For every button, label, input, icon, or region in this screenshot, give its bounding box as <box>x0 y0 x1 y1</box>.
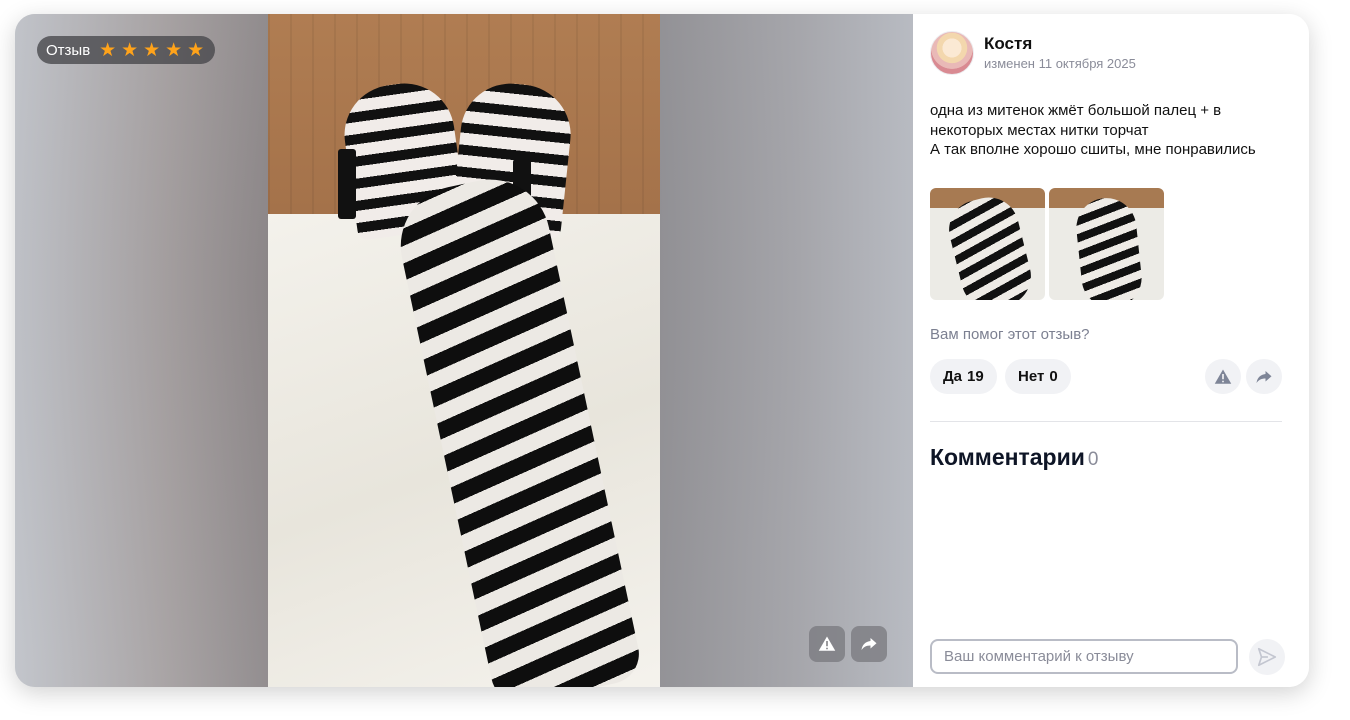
review-modal: Отзыв ★ ★ ★ ★ ★ Костя изменен 11 октября… <box>15 14 1309 687</box>
review-text: одна из митенок жмёт большой палец + в н… <box>930 101 1295 160</box>
review-thumbnails <box>930 188 1164 300</box>
review-text-line: А так вполне хорошо сшиты, мне понравили… <box>930 141 1256 158</box>
review-panel: Костя изменен 11 октября 2025 одна из ми… <box>913 14 1309 687</box>
comments-count: 0 <box>1087 449 1099 470</box>
share-icon <box>861 638 877 650</box>
helpful-yes-button[interactable]: Да 19 <box>930 359 997 394</box>
comment-input[interactable] <box>930 639 1238 674</box>
report-photo-button[interactable] <box>809 626 845 662</box>
report-review-button[interactable] <box>1205 359 1241 394</box>
author-header: Костя изменен 11 октября 2025 <box>930 31 1136 75</box>
share-icon <box>1256 370 1272 383</box>
photo-strap <box>338 149 356 219</box>
warning-icon <box>1214 369 1232 384</box>
review-photo <box>268 14 660 687</box>
divider <box>930 421 1282 422</box>
comments-title: Комментарии <box>930 444 1085 470</box>
avatar[interactable] <box>930 31 974 75</box>
author-name[interactable]: Костя <box>984 33 1136 55</box>
yes-count: 19 <box>967 368 984 385</box>
review-rating-badge: Отзыв ★ ★ ★ ★ ★ <box>37 36 216 64</box>
rating-stars: ★ ★ ★ ★ ★ <box>98 41 205 60</box>
review-date: изменен 11 октября 2025 <box>984 56 1136 71</box>
thumbnail-1[interactable] <box>930 188 1045 300</box>
star-icon: ★ <box>143 39 161 61</box>
helpful-question: Вам помог этот отзыв? <box>930 326 1090 343</box>
thumbnail-2[interactable] <box>1049 188 1164 300</box>
photo-gallery: Отзыв ★ ★ ★ ★ ★ <box>15 14 913 687</box>
share-photo-button[interactable] <box>851 626 887 662</box>
helpful-no-button[interactable]: Нет 0 <box>1005 359 1071 394</box>
no-count: 0 <box>1049 368 1058 385</box>
badge-label: Отзыв <box>46 41 91 59</box>
no-label: Нет <box>1018 368 1045 385</box>
review-text-line: некоторых местах нитки торчат <box>930 121 1149 139</box>
star-icon: ★ <box>187 39 205 61</box>
warning-icon <box>818 636 836 651</box>
comments-heading: Комментарии 0 <box>930 444 1098 471</box>
star-icon: ★ <box>99 39 117 61</box>
send-comment-button[interactable] <box>1249 639 1285 675</box>
star-icon: ★ <box>121 39 139 61</box>
star-icon: ★ <box>165 39 183 61</box>
yes-label: Да <box>943 368 963 385</box>
blurred-background-left <box>15 14 268 687</box>
review-text-line: одна из митенок жмёт большой палец + в <box>930 102 1222 119</box>
send-icon <box>1257 647 1277 667</box>
blurred-background-right <box>660 14 913 687</box>
share-review-button[interactable] <box>1246 359 1282 394</box>
